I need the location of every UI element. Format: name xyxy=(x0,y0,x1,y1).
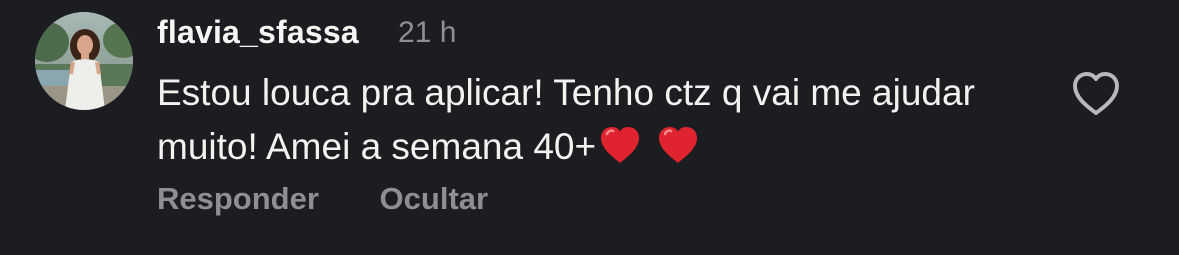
comment-timestamp: 21 h xyxy=(398,16,457,49)
comment-item: flavia_sfassa 21 h Estou louca pra aplic… xyxy=(0,0,1179,255)
comment-text-block: Estou louca pra aplicar! Tenho ctz q vai… xyxy=(157,66,1037,174)
heart-outline-icon xyxy=(1073,72,1119,115)
hide-button[interactable]: Ocultar xyxy=(380,177,489,221)
comment-text: Estou louca pra aplicar! Tenho ctz q vai… xyxy=(157,72,975,167)
reply-button[interactable]: Responder xyxy=(157,177,319,221)
avatar-photo xyxy=(35,12,133,110)
like-button[interactable] xyxy=(1070,70,1122,118)
username[interactable]: flavia_sfassa xyxy=(157,10,359,54)
comment-actions: Responder Ocultar xyxy=(157,177,488,221)
avatar[interactable] xyxy=(35,12,133,110)
red-heart-emoji xyxy=(601,127,640,163)
red-heart-emoji xyxy=(659,127,698,163)
